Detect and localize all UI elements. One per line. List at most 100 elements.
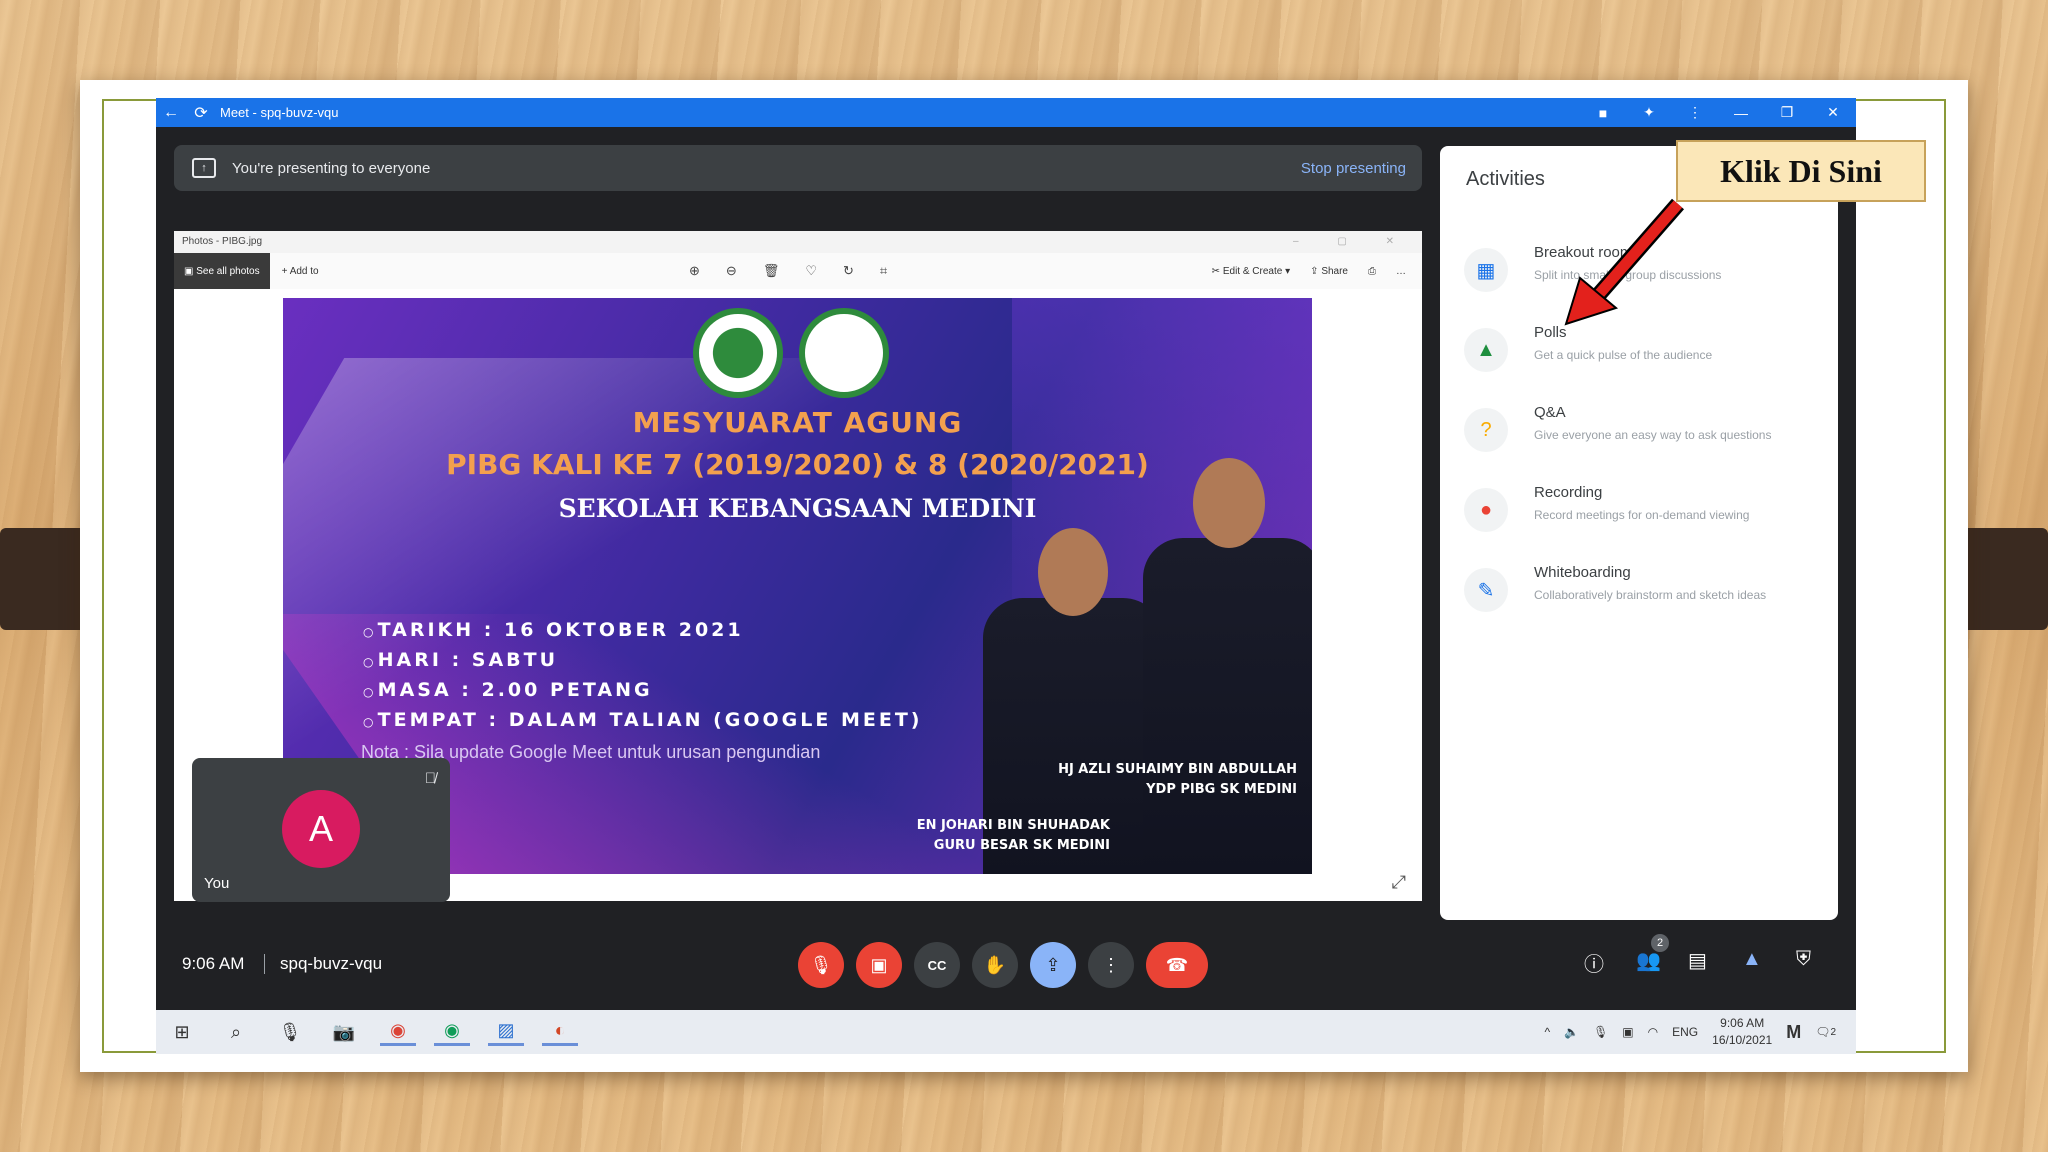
taskbar-app-chrome-1[interactable]: ◉ [380,1018,416,1046]
see-all-photos-button[interactable]: ▣ See all photos [174,253,270,289]
breakout-icon: ▦ [1464,248,1508,292]
captions-button[interactable]: CC [914,942,960,988]
chrome-icon: ◉ [390,1020,406,1040]
mic-toggle-button[interactable]: 🎙 [798,942,844,988]
system-tray: ^ 🔈 🎙 ▣ ◠ ENG 9:06 AM 16/10/2021 M 🗨 2 [1544,1010,1836,1054]
self-video-tile[interactable]: 🎙̸ A You [192,758,450,902]
panel-title: Activities [1466,168,1545,190]
taskbar-app-camera[interactable]: 📷 [326,1018,362,1046]
host-controls-button[interactable]: ⛨ [1796,948,1811,971]
detail-venue: TEMPAT : DALAM TALIAN (GOOGLE MEET) [363,706,923,736]
zoom-out-icon[interactable]: ⊖ [726,263,737,279]
photos-icon: ▣ [184,265,197,277]
presenting-text: You're presenting to everyone [232,159,431,177]
taskbar-clock[interactable]: 9:06 AM 16/10/2021 [1712,1015,1772,1049]
people-icon: 👥 [1636,950,1661,972]
photos-title: Photos - PIBG.jpg [182,236,263,247]
poster-details: TARIKH : 16 OKTOBER 2021 HARI : SABTU MA… [363,616,923,736]
clock-date: 16/10/2021 [1712,1033,1773,1047]
mic-off-icon: 🎙 [809,954,833,975]
meeting-code: spq-buvz-vqu [280,954,383,973]
camera-icon[interactable]: ■ [1580,98,1626,127]
red-arrow-icon [1564,198,1685,326]
stop-presenting-button[interactable]: Stop presenting [1301,160,1406,177]
hangup-icon: ☎ [1165,954,1189,975]
microphone-icon: 🎙 [278,1021,302,1042]
wifi-icon[interactable]: ◠ [1648,1025,1658,1039]
edit-create-button[interactable]: ✂ Edit & Create ▾ [1212,266,1290,277]
print-icon[interactable]: ⎙ [1368,266,1376,277]
photos-titlebar: Photos - PIBG.jpg – ▢ ✕ [174,231,1422,253]
activity-whiteboarding[interactable]: ✎ Whiteboarding Collaboratively brainsto… [1464,564,1824,624]
chevron-up-icon[interactable]: ^ [1544,1025,1550,1039]
shield-icon: ⛨ [1796,948,1811,970]
mic-icon: 🎙 [1593,1025,1609,1039]
notifications-icon[interactable]: 🗨 [1815,1025,1830,1039]
language-indicator[interactable]: ENG [1672,1025,1698,1039]
camera-toggle-button[interactable]: ▣ [856,942,902,988]
add-to-label: Add to [289,265,319,277]
activity-qa[interactable]: ? Q&A Give everyone an easy way to ask q… [1464,404,1824,464]
close-button[interactable]: ✕ [1810,98,1856,127]
present-button[interactable]: ⇪ [1030,942,1076,988]
poster-heading-2: PIBG KALI KE 7 (2019/2020) & 8 (2020/202… [446,448,1149,481]
hand-icon: ✋ [983,954,1007,975]
more-options-button[interactable]: ⋮ [1088,942,1134,988]
app-logo-icon[interactable]: M [1786,1022,1801,1043]
taskbar-app-photos[interactable]: ▨ [488,1018,524,1046]
minimize-button[interactable]: — [1718,98,1764,127]
notification-count: 2 [1830,1026,1836,1038]
self-name-label: You [204,875,230,892]
presenting-banner: ↑ You're presenting to everyone Stop pre… [174,145,1422,191]
zoom-in-icon[interactable]: ⊕ [689,263,700,279]
meeting-time: 9:06 AM [182,954,245,973]
question-icon: ? [1464,408,1508,452]
detail-date: TARIKH : 16 OKTOBER 2021 [363,616,923,646]
more-vert-icon[interactable]: ⋮ [1672,98,1718,127]
share-button[interactable]: ⇪ Share [1310,266,1348,277]
back-arrow-icon[interactable]: ← [156,98,186,127]
activities-button[interactable]: ▲ [1742,948,1762,971]
mic-off-icon: 🎙̸ [424,770,436,787]
activity-polls[interactable]: ▲ Polls Get a quick pulse of the audienc… [1464,324,1824,384]
window-title: Meet - spq-buvz-vqu [220,105,339,120]
favorite-icon[interactable]: ♡ [805,263,817,279]
camera-off-icon: ▣ [870,954,888,975]
raise-hand-button[interactable]: ✋ [972,942,1018,988]
extensions-icon[interactable]: ✦ [1626,98,1672,127]
powerpoint-icon: ◐ [554,1020,566,1040]
maximize-button[interactable]: ❐ [1764,98,1810,127]
chat-icon: ▤ [1688,950,1707,972]
detail-day: HARI : SABTU [363,646,923,676]
meeting-details-button[interactable]: ⓘ [1584,948,1604,977]
add-to-button[interactable]: + Add to [282,266,319,277]
taskbar-app-powerpoint[interactable]: ◐ [542,1018,578,1046]
leave-call-button[interactable]: ☎ [1146,942,1208,988]
chat-button[interactable]: ▤ [1688,948,1707,973]
photos-icon: ▨ [497,1020,515,1040]
windows-icon: ⊞ [174,1021,190,1042]
detail-time: MASA : 2.00 PETANG [363,676,923,706]
present-screen-icon: ↑ [192,158,216,178]
crop-icon[interactable]: ⌗ [880,263,887,279]
camera-icon: 📷 [332,1021,356,1042]
delete-icon[interactable]: 🗑 [763,263,780,279]
search-button[interactable]: ⌕ [218,1018,254,1046]
captions-icon: CC [927,957,947,973]
info-icon: ⓘ [1584,954,1604,976]
more-icon[interactable]: … [1396,266,1406,277]
taskbar-app-chrome-2[interactable]: ◉ [434,1018,470,1046]
caption-guru-besar: EN JOHARI BIN SHUHADAK GURU BESAR SK MED… [916,818,1110,853]
taskbar-app-mic[interactable]: 🎙 [272,1018,308,1046]
start-button[interactable]: ⊞ [164,1018,200,1046]
person-photo-right [1143,458,1312,874]
speaker-icon[interactable]: 🔈 [1564,1025,1579,1039]
reload-icon[interactable]: ⟳ [186,98,216,127]
rotate-icon[interactable]: ↻ [843,263,854,279]
more-vert-icon: ⋮ [1102,954,1120,975]
activity-recording[interactable]: ● Recording Record meetings for on-deman… [1464,484,1824,544]
people-button[interactable]: 👥 [1636,948,1661,973]
expand-icon[interactable]: ⤢ [1392,872,1406,893]
poster-heading-1: MESYUARAT AGUNG [632,406,963,439]
display-icon: ▣ [1622,1025,1634,1039]
